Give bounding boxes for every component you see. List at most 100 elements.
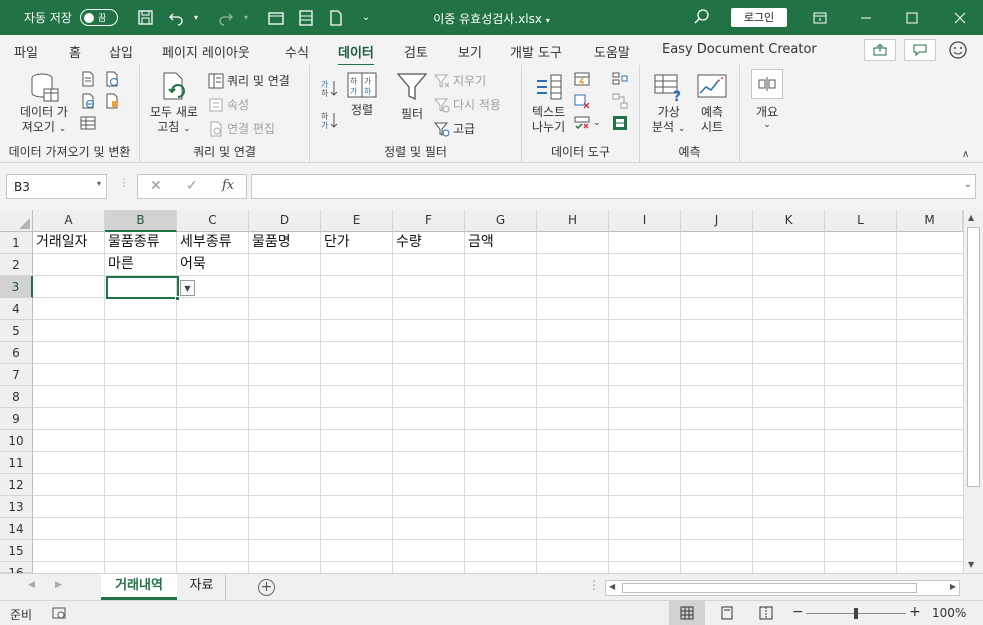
autosave-toggle[interactable]: 끔 — [79, 9, 118, 26]
sort-button[interactable]: 하가가하 정렬 — [346, 71, 378, 118]
column-header-g[interactable]: G — [465, 210, 537, 232]
tab-data[interactable]: 데이터 — [338, 42, 374, 67]
add-sheet-icon[interactable]: + — [258, 579, 275, 596]
what-if-analysis-button[interactable]: ? 가상 분석 ⌄ — [652, 71, 685, 137]
scroll-down-icon[interactable]: ▼ — [968, 560, 974, 569]
row-header-11[interactable]: 11 — [0, 452, 33, 474]
search-icon[interactable] — [694, 9, 710, 28]
collapse-ribbon-icon[interactable]: ∧ — [962, 149, 969, 160]
row-header-9[interactable]: 9 — [0, 408, 33, 430]
maximize-icon[interactable] — [889, 0, 935, 35]
column-header-m[interactable]: M — [897, 210, 963, 232]
formula-input[interactable]: ⌄ — [251, 174, 976, 199]
zoom-level[interactable]: 100% — [932, 606, 966, 620]
recent-sources-button[interactable] — [104, 71, 120, 87]
column-header-h[interactable]: H — [537, 210, 609, 232]
tab-insert[interactable]: 삽입 — [109, 42, 133, 61]
from-text-button[interactable] — [80, 71, 96, 87]
text-to-columns-button[interactable]: 텍스트 나누기 — [532, 71, 565, 135]
zoom-out-icon[interactable]: − — [792, 604, 804, 620]
undo-dropdown-icon[interactable]: ▾ — [188, 10, 204, 26]
row-header-5[interactable]: 5 — [0, 320, 33, 342]
filter-button[interactable]: 필터 — [396, 71, 428, 122]
tab-file[interactable]: 파일 — [14, 42, 38, 61]
cell-c1[interactable]: 세부종류 — [177, 232, 232, 254]
selected-cell-border[interactable] — [106, 276, 179, 299]
next-sheet-icon[interactable]: ▶ — [55, 580, 62, 590]
tab-easy-document-creator[interactable]: Easy Document Creator — [662, 42, 817, 57]
column-header-i[interactable]: I — [609, 210, 681, 232]
row-header-2[interactable]: 2 — [0, 254, 33, 276]
cell-g1[interactable]: 금액 — [465, 232, 494, 254]
column-header-f[interactable]: F — [393, 210, 465, 232]
flash-fill-button[interactable] — [574, 71, 590, 87]
insert-function-icon[interactable]: fx — [222, 178, 234, 193]
data-validation-button[interactable]: ⌄ — [574, 115, 601, 131]
refresh-all-button[interactable]: 모두 새로 고침 ⌄ — [150, 71, 198, 137]
outline-button[interactable]: 개요 ⌄ — [751, 69, 783, 130]
scroll-up-icon[interactable]: ▲ — [968, 213, 974, 222]
manage-data-model-button[interactable] — [612, 115, 628, 131]
tab-help[interactable]: 도움말 — [594, 42, 630, 61]
close-icon[interactable] — [937, 0, 983, 35]
queries-connections-button[interactable]: 쿼리 및 연결 — [208, 72, 290, 89]
cell-f1[interactable]: 수량 — [393, 232, 422, 254]
prev-sheet-icon[interactable]: ◀ — [28, 580, 35, 590]
normal-view-button[interactable] — [669, 601, 705, 625]
zoom-slider-thumb[interactable] — [854, 608, 858, 619]
validation-dropdown-button[interactable]: ▼ — [180, 280, 195, 296]
row-header-10[interactable]: 10 — [0, 430, 33, 452]
scroll-right-icon[interactable]: ▶ — [950, 582, 956, 591]
row-header-8[interactable]: 8 — [0, 386, 33, 408]
column-header-b[interactable]: B — [105, 210, 177, 232]
row-header-4[interactable]: 4 — [0, 298, 33, 320]
expand-formula-icon[interactable]: ⌄ — [964, 179, 972, 190]
cell-b2[interactable]: 마른 — [105, 254, 134, 276]
tab-review[interactable]: 검토 — [404, 42, 428, 61]
form-icon[interactable] — [298, 9, 314, 26]
page-layout-view-icon[interactable] — [720, 606, 734, 623]
tab-page-layout[interactable]: 페이지 레이아웃 — [162, 42, 250, 61]
horizontal-scrollbar[interactable]: ◀ ▶ — [605, 580, 960, 596]
cell-e1[interactable]: 단가 — [321, 232, 350, 254]
cell-a1[interactable]: 거래일자 — [33, 232, 88, 254]
scroll-left-icon[interactable]: ◀ — [609, 582, 615, 591]
save-icon[interactable] — [138, 10, 154, 26]
from-web-button[interactable] — [80, 93, 96, 109]
existing-connections-button[interactable] — [104, 93, 120, 109]
tab-home[interactable]: 홈 — [69, 42, 81, 61]
column-header-l[interactable]: L — [825, 210, 897, 232]
title-chevron-down-icon[interactable]: ▾ — [546, 16, 550, 25]
login-button[interactable]: 로그인 — [731, 8, 787, 27]
forecast-sheet-button[interactable]: 예측 시트 — [696, 71, 728, 135]
page-break-view-icon[interactable] — [759, 606, 773, 623]
consolidate-button[interactable] — [612, 71, 628, 87]
share-icon[interactable] — [864, 39, 896, 61]
row-header-12[interactable]: 12 — [0, 474, 33, 496]
name-box-dropdown-icon[interactable]: ▾ — [97, 179, 101, 188]
from-table-button[interactable] — [80, 115, 96, 131]
select-all-corner[interactable] — [0, 210, 33, 232]
row-header-1[interactable]: 1 — [0, 232, 33, 254]
comments-icon[interactable] — [904, 39, 936, 61]
cell-d1[interactable]: 물품명 — [249, 232, 291, 254]
sort-ascending-button[interactable]: 가하 — [320, 79, 338, 97]
customize-qat-icon[interactable]: ⌄ — [358, 10, 374, 26]
name-box[interactable]: B3 ▾ — [6, 174, 107, 199]
vertical-scroll-thumb[interactable] — [967, 227, 980, 487]
tab-formulas[interactable]: 수식 — [285, 42, 309, 61]
vertical-scrollbar[interactable]: ▲ ▼ — [963, 210, 983, 573]
row-header-6[interactable]: 6 — [0, 342, 33, 364]
row-header-3[interactable]: 3 — [0, 276, 33, 298]
cell-b1[interactable]: 물품종류 — [105, 232, 160, 254]
zoom-in-icon[interactable]: + — [909, 604, 921, 620]
advanced-filter-button[interactable]: 고급 — [434, 120, 475, 137]
relationships-button[interactable] — [612, 93, 628, 109]
sheet-tab-transactions[interactable]: 거래내역 — [101, 574, 177, 600]
cell-c2[interactable]: 어묵 — [177, 254, 206, 276]
row-header-14[interactable]: 14 — [0, 518, 33, 540]
row-header-16[interactable]: 16 — [0, 562, 33, 580]
horizontal-scroll-thumb[interactable] — [622, 583, 917, 593]
minimize-icon[interactable] — [843, 0, 889, 35]
row-header-13[interactable]: 13 — [0, 496, 33, 518]
